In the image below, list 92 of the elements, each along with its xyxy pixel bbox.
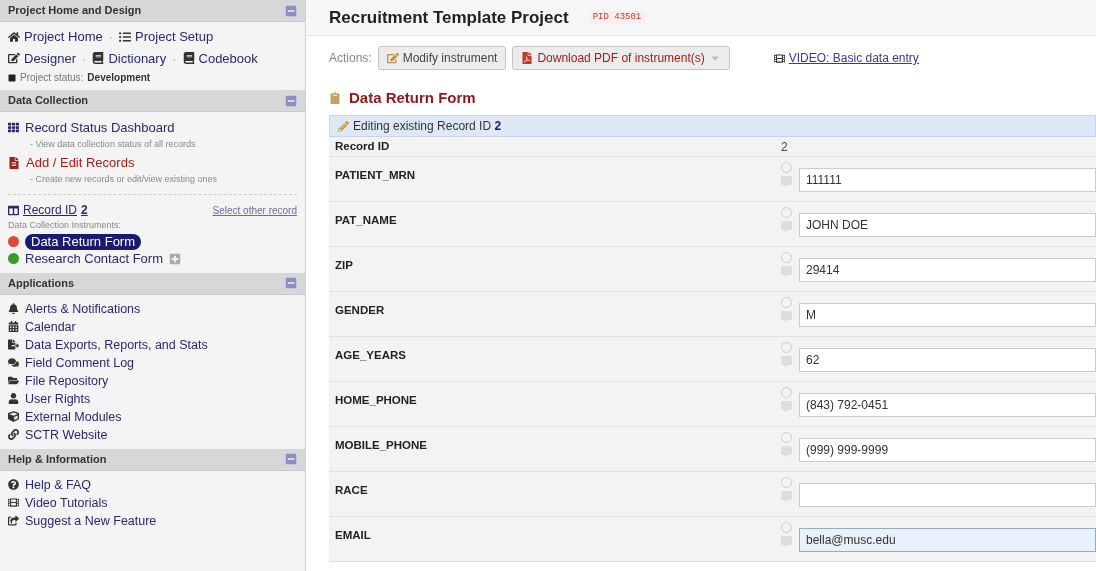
add-icon[interactable] [169, 252, 181, 265]
export-icon [8, 339, 19, 350]
edit-icon [8, 52, 20, 65]
app-link[interactable]: Data Exports, Reports, and Stats [8, 335, 297, 354]
select-record-link[interactable]: Select other record [212, 202, 297, 218]
film-icon [8, 497, 19, 508]
text-field[interactable]: 62 [799, 348, 1096, 372]
link-icon [8, 429, 19, 440]
app-link[interactable]: Calendar [8, 317, 297, 336]
collapse-icon[interactable] [285, 94, 297, 107]
file-icon [8, 156, 20, 169]
columns-icon [8, 204, 19, 216]
project-link[interactable]: Project Home [8, 27, 103, 47]
help-link[interactable]: Suggest a New Feature [8, 511, 297, 530]
text-field[interactable]: 111111 [799, 168, 1096, 192]
collapse-icon[interactable] [285, 4, 297, 17]
text-field[interactable]: JOHN DOE [799, 213, 1096, 237]
record-link[interactable]: Record ID 2 [8, 201, 88, 219]
status-icon [8, 73, 16, 82]
project-title: Recruitment Template Project [329, 6, 569, 29]
field-label: MOBILE_PHONE [334, 438, 428, 453]
app-link[interactable]: SCTR Website [8, 425, 297, 444]
section-title: Applications [8, 275, 74, 291]
list-icon [119, 30, 132, 43]
separator-dot: · [81, 49, 88, 68]
film-icon [773, 52, 785, 64]
field-label: PAT_NAME [334, 213, 398, 228]
modify-instrument-button[interactable]: Modify instrument [377, 46, 507, 70]
text-field[interactable]: (999) 999-9999 [799, 438, 1096, 462]
app-link[interactable]: User Rights [8, 389, 297, 408]
field-label: ZIP [334, 258, 354, 273]
book-icon [92, 52, 105, 65]
project-link[interactable]: Designer [8, 48, 77, 68]
pdf-icon [521, 52, 534, 64]
actions-label: Actions: [329, 50, 372, 67]
collapse-icon[interactable] [285, 453, 297, 465]
link-hint: - Create new records or edit/view existing ones [29, 172, 219, 186]
instruments-label: Data Collection Instruments: [8, 219, 123, 232]
field-label: Record ID [334, 138, 391, 154]
book-icon [182, 52, 195, 65]
collection-link[interactable]: Add / Edit Records [8, 153, 297, 173]
status-value: Development [87, 71, 151, 85]
bell-icon [8, 303, 19, 314]
separator-dot: · [171, 49, 178, 68]
link-hint: - View data collection status of all records [29, 137, 197, 151]
field-label: AGE_YEARS [334, 348, 407, 363]
collapse-icon[interactable] [285, 277, 297, 289]
form-icon [329, 92, 341, 104]
field-label: EMAIL [334, 528, 372, 543]
text-field[interactable] [799, 483, 1096, 507]
project-link[interactable]: Codebook [182, 48, 258, 68]
pid-badge: PID 43501 [588, 10, 646, 25]
comments-icon [8, 357, 19, 368]
collection-link[interactable]: Record Status Dashboard [8, 118, 297, 138]
text-field[interactable]: 29414 [799, 258, 1096, 282]
app-link[interactable]: File Repository [8, 371, 297, 390]
help-link[interactable]: Help & FAQ [8, 475, 297, 494]
section-title: Project Home and Design [8, 3, 142, 19]
field-label: GENDER [334, 303, 386, 318]
help-link[interactable]: Video Tutorials [8, 493, 297, 512]
project-link[interactable]: Dictionary [92, 48, 167, 68]
record-id-value: 2 [781, 138, 788, 156]
calendar-icon [8, 321, 19, 332]
folder-icon [8, 375, 19, 386]
separator-dot: · [107, 28, 115, 46]
editing-text: Editing existing Record ID 2 [353, 118, 502, 135]
home-icon [8, 30, 20, 43]
app-link[interactable]: Field Comment Log [8, 353, 297, 372]
project-link[interactable]: Project Setup [119, 27, 214, 47]
pencil-icon [338, 120, 349, 132]
instrument-link[interactable]: Data Return Form [25, 233, 142, 250]
cube-icon [8, 411, 19, 422]
video-link[interactable]: VIDEO: Basic data entry [773, 49, 919, 67]
download-pdf-button[interactable]: Download PDF of instrument(s) [512, 46, 730, 70]
user-icon [8, 393, 19, 404]
text-field[interactable]: bella@musc.edu [799, 528, 1096, 552]
section-title: Help & Information [8, 451, 107, 467]
form-title: Data Return Form [349, 87, 476, 108]
app-link[interactable]: External Modules [8, 407, 297, 426]
section-title: Data Collection [8, 93, 89, 109]
text-field[interactable]: (843) 792-0451 [799, 393, 1096, 417]
share-icon [8, 515, 19, 526]
edit-icon [386, 52, 399, 64]
field-label: PATIENT_MRN [334, 168, 417, 183]
instrument-link[interactable]: Research Contact Form [25, 250, 163, 267]
status-label: Project status: [20, 71, 84, 85]
app-link[interactable]: Alerts & Notifications [8, 299, 297, 318]
grid-icon [8, 122, 19, 134]
field-label: RACE [334, 483, 369, 498]
field-label: HOME_PHONE [334, 393, 418, 408]
help-icon [8, 479, 19, 490]
text-field[interactable]: M [799, 303, 1096, 327]
